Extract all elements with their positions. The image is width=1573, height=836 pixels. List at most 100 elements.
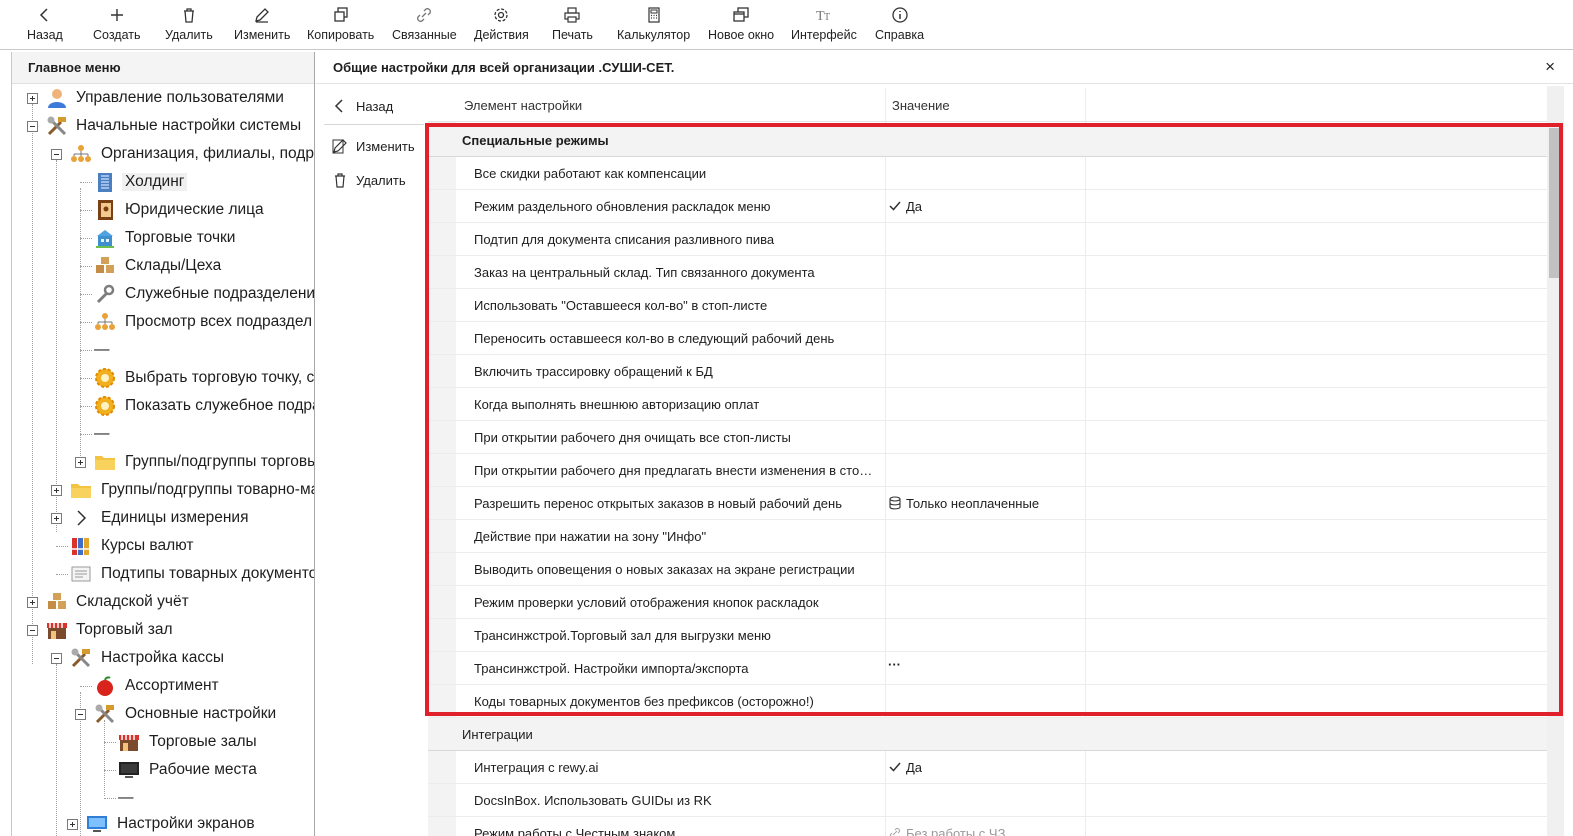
folder-icon <box>95 456 115 470</box>
calculator-button[interactable]: Калькулятор <box>617 6 690 46</box>
collapse-toggle[interactable] <box>51 653 62 664</box>
linked-button[interactable]: Связанные <box>392 6 457 46</box>
tree-item-select-outlet[interactable]: Выбрать торговую точку, с <box>12 364 314 392</box>
settings-row[interactable]: Трансинжстрой.Торговый зал для выгрузки … <box>428 619 1548 652</box>
tree-item-trading-hall[interactable]: Торговый зал <box>12 616 314 644</box>
scrollbar-thumb[interactable] <box>1549 128 1561 278</box>
tree-item-label: Группы/подгруппы торговы <box>125 453 315 470</box>
tree-item-outlet-groups[interactable]: Группы/подгруппы торговы <box>12 448 315 476</box>
expand-toggle[interactable] <box>75 457 86 468</box>
help-button[interactable]: Справка <box>875 6 924 46</box>
interface-label: Интерфейс <box>791 28 857 42</box>
settings-row[interactable]: Действие при нажатии на зону "Инфо" <box>428 520 1548 553</box>
tree-item-warehouse-accounting[interactable]: Складской учёт <box>12 588 314 616</box>
collapse-toggle[interactable] <box>27 625 38 636</box>
panel-delete-button[interactable]: Удалить <box>324 168 424 194</box>
settings-row[interactable]: DocsInBox. Использовать GUIDы из RK <box>428 784 1548 817</box>
settings-row[interactable]: Переносить оставшееся кол-во в следующий… <box>428 322 1548 355</box>
setting-value[interactable]: Только неоплаченные <box>888 496 1039 511</box>
tree-item-assortment[interactable]: Ассортимент <box>12 672 314 700</box>
collapse-toggle[interactable] <box>51 149 62 160</box>
setting-name: При открытии рабочего дня предлагать вне… <box>474 463 878 478</box>
settings-row[interactable]: Режим работы с Честным знаком Без работы … <box>428 817 1548 836</box>
trash-icon <box>335 173 345 188</box>
tree-item-legal-entities[interactable]: Юридические лица <box>12 196 314 224</box>
shop-icon <box>47 623 67 639</box>
expand-toggle[interactable] <box>27 93 38 104</box>
column-header-value[interactable]: Значение <box>892 98 950 113</box>
tree-item-organization[interactable]: Организация, филиалы, подра <box>12 140 314 168</box>
tree-item-label: Единицы измерения <box>101 509 249 526</box>
settings-row[interactable]: Выводить оповещения о новых заказах на э… <box>428 553 1548 586</box>
tree-item-currency-rates[interactable]: Курсы валют <box>12 532 314 560</box>
settings-row[interactable]: Подтип для документа списания разливного… <box>428 223 1548 256</box>
tree-item-label: Управление пользователями <box>76 89 284 106</box>
settings-row[interactable]: Все скидки работают как компенсации <box>428 157 1548 190</box>
tree-item-goods-groups[interactable]: Группы/подгруппы товарно-ма <box>12 476 314 504</box>
settings-row[interactable]: Включить трассировку обращений к БД <box>428 355 1548 388</box>
settings-row[interactable]: Режим раздельного обновления раскладок м… <box>428 190 1548 223</box>
expand-toggle[interactable] <box>51 485 62 496</box>
tree-item-workstations[interactable]: Рабочие места <box>12 756 314 784</box>
panel-back-button[interactable]: Назад <box>324 94 424 120</box>
edit-button[interactable]: Изменить <box>234 6 290 46</box>
setting-value[interactable]: Да <box>888 199 922 214</box>
tree-item-screen-settings[interactable]: Настройки экранов <box>12 810 314 836</box>
settings-row[interactable]: Трансинжстрой. Настройки импорта/экспорт… <box>428 652 1548 685</box>
tree-item-cash-settings[interactable]: Настройка кассы <box>12 644 314 672</box>
print-button[interactable]: Печать <box>552 6 593 46</box>
setting-name: Режим работы с Честным знаком <box>474 826 676 836</box>
create-button[interactable]: Создать <box>93 6 141 46</box>
tree-item-initial-settings[interactable]: Начальные настройки системы <box>12 112 314 140</box>
tree-item-document-subtypes[interactable]: Подтипы товарных документо <box>12 560 314 588</box>
tree-guide <box>80 210 92 211</box>
settings-row[interactable]: Использовать "Оставшееся кол-во" в стоп-… <box>428 289 1548 322</box>
settings-row[interactable]: Разрешить перенос открытых заказов в нов… <box>428 487 1548 520</box>
vertical-scrollbar[interactable] <box>1547 86 1564 836</box>
settings-row[interactable]: При открытии рабочего дня очищать все ст… <box>428 421 1548 454</box>
back-button[interactable]: Назад <box>27 6 63 46</box>
column-header-element[interactable]: Элемент настройки <box>464 98 582 113</box>
settings-row[interactable]: Коды товарных документов без префиксов (… <box>428 685 1548 718</box>
tree-item-main-settings[interactable]: Основные настройки <box>12 700 314 728</box>
close-button[interactable]: × <box>1545 57 1555 77</box>
setting-value[interactable]: ··· <box>888 657 901 672</box>
tree-item-units[interactable]: Единицы измерения <box>12 504 314 532</box>
settings-row[interactable]: Интеграция с rewy.ai Да <box>428 751 1548 784</box>
tree-item-warehouses[interactable]: Склады/Цеха <box>12 252 314 280</box>
tree-guide <box>56 574 68 575</box>
setting-value[interactable]: Да <box>888 760 922 775</box>
collapse-toggle[interactable] <box>27 121 38 132</box>
setting-name: Коды товарных документов без префиксов (… <box>474 694 814 709</box>
delete-button[interactable]: Удалить <box>165 6 213 46</box>
expand-toggle[interactable] <box>27 597 38 608</box>
setting-value[interactable]: Без работы с ЧЗ <box>888 826 1005 836</box>
tree-item-label: Служебные подразделени <box>125 285 315 302</box>
actions-button[interactable]: Действия <box>474 6 529 46</box>
tree-item-view-all-divisions[interactable]: Просмотр всех подраздел <box>12 308 314 336</box>
tree-item-trading-halls[interactable]: Торговые залы <box>12 728 314 756</box>
tree-separator: — <box>12 420 314 448</box>
tree-item-users[interactable]: Управление пользователями <box>12 84 314 112</box>
settings-row[interactable]: При открытии рабочего дня предлагать вне… <box>428 454 1548 487</box>
tree-guide <box>80 378 92 379</box>
settings-row[interactable]: Когда выполнять внешнюю авторизацию опла… <box>428 388 1548 421</box>
new-window-button[interactable]: Новое окно <box>708 6 774 46</box>
panel-edit-button[interactable]: Изменить <box>324 134 424 160</box>
copy-button[interactable]: Копировать <box>307 6 374 46</box>
copy-label: Копировать <box>307 28 375 42</box>
collapse-toggle[interactable] <box>75 709 86 720</box>
expand-toggle[interactable] <box>51 513 62 524</box>
tree-item-holding[interactable]: Холдинг <box>12 168 314 196</box>
tree-item-show-service-division[interactable]: Показать служебное подра <box>12 392 314 420</box>
edit-icon <box>255 8 270 23</box>
tree-item-outlets[interactable]: Торговые точки <box>12 224 314 252</box>
expand-toggle[interactable] <box>67 819 78 830</box>
tree-item-service-divisions[interactable]: Служебные подразделени <box>12 280 315 308</box>
setting-value-text: Без работы с ЧЗ <box>906 826 1006 836</box>
grid-header: Элемент настройки Значение <box>428 88 1548 122</box>
settings-row[interactable]: Заказ на центральный склад. Тип связанно… <box>428 256 1548 289</box>
database-icon <box>889 496 901 510</box>
interface-button[interactable]: TT Интерфейс <box>791 6 857 46</box>
settings-row[interactable]: Режим проверки условий отображения кнопо… <box>428 586 1548 619</box>
